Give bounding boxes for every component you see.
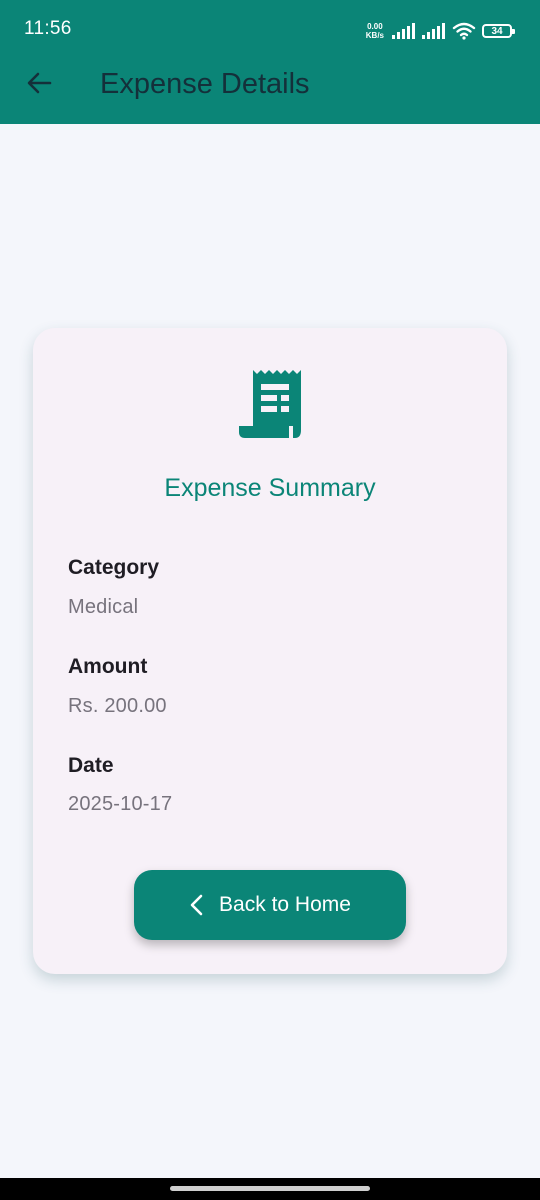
amount-label: Amount [68, 655, 148, 678]
arrow-back-icon [27, 72, 52, 94]
status-icons: 0.00 KB/s 34 [366, 18, 515, 44]
battery-icon: 34 [482, 24, 515, 38]
network-speed-unit: KB/s [365, 31, 384, 40]
signal-icon [392, 23, 415, 39]
app-bar: 11:56 0.00 KB/s 34 Expense Details [0, 0, 540, 124]
back-button[interactable] [22, 66, 56, 100]
signal-icon [422, 23, 445, 39]
status-time: 11:56 [24, 18, 72, 39]
page-title: Expense Details [100, 68, 310, 100]
network-speed-value: 0.00 [367, 22, 383, 31]
expense-summary-card: Expense Summary Category Medical Amount … [33, 328, 507, 974]
date-value: 2025-10-17 [68, 793, 173, 815]
category-label: Category [68, 556, 160, 579]
chevron-left-icon [190, 894, 203, 916]
card-title: Expense Summary [164, 474, 376, 502]
battery-level: 34 [491, 25, 503, 37]
back-to-home-button[interactable]: Back to Home [134, 870, 406, 940]
home-gesture-handle[interactable] [170, 1186, 370, 1191]
receipt-icon [239, 370, 301, 438]
wifi-icon [452, 22, 476, 40]
back-to-home-label: Back to Home [219, 893, 351, 916]
category-value: Medical [68, 596, 139, 618]
date-label: Date [68, 754, 114, 777]
amount-value: Rs. 200.00 [68, 695, 167, 717]
network-speed: 0.00 KB/s [366, 22, 384, 40]
